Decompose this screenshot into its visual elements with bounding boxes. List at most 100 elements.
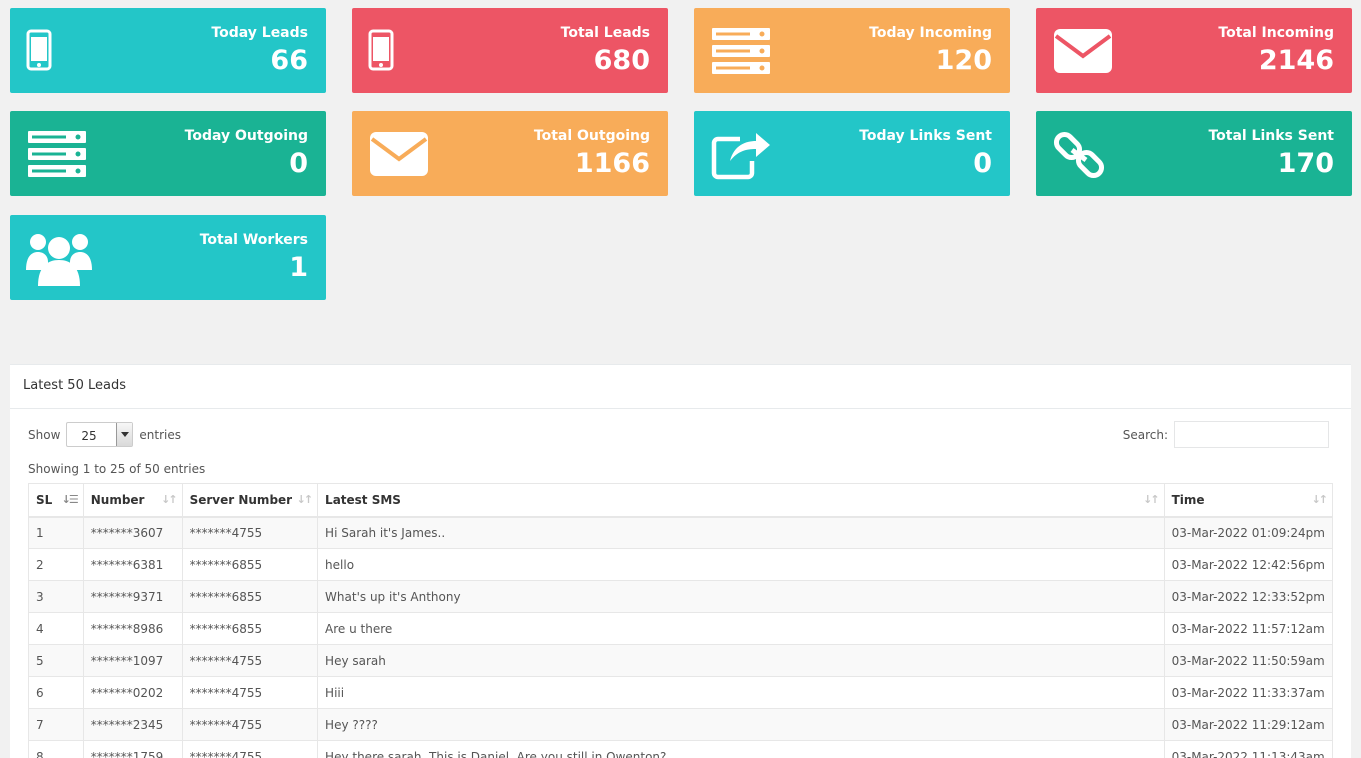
stat-tile-total-leads[interactable]: Total Leads 680: [352, 8, 668, 93]
tile-label: Total Leads: [560, 25, 650, 41]
external-link-icon: [710, 125, 776, 183]
tile-value: 170: [1277, 148, 1334, 179]
users-icon: [26, 229, 92, 287]
cell-latest-sms: Hi Sarah it's James..: [317, 516, 1165, 549]
stat-tile-total-outgoing[interactable]: Total Outgoing 1166: [352, 111, 668, 196]
cell-time: 03-Mar-2022 11:29:12am: [1163, 708, 1334, 741]
sort-icon: ↓↑: [161, 493, 178, 506]
tile-label: Today Incoming: [869, 25, 992, 41]
search-control: Search:: [1123, 421, 1329, 448]
panel-title: Latest 50 Leads: [10, 365, 1351, 409]
cell-time: 03-Mar-2022 01:09:24pm: [1163, 516, 1334, 549]
cell-number: *******3607: [82, 516, 183, 549]
stat-tile-total-workers[interactable]: Total Workers 1: [10, 215, 326, 300]
sort-icon: ↓↑: [296, 493, 314, 506]
column-header-latest-sms[interactable]: Latest SMS ↓↑: [317, 483, 1165, 518]
table-row[interactable]: 2 *******6381 *******6855 hello 03-Mar-2…: [28, 548, 1334, 581]
cell-latest-sms: What's up it's Anthony: [317, 580, 1165, 613]
cell-number: *******0202: [82, 676, 183, 709]
tile-value: 0: [973, 148, 992, 179]
tile-value: 1: [289, 252, 308, 283]
mobile-phone-icon: [26, 22, 92, 80]
cell-sl: 8: [28, 740, 84, 758]
cell-latest-sms: Are u there: [317, 612, 1165, 645]
cell-latest-sms: Hey sarah: [317, 644, 1165, 677]
tile-label: Total Outgoing: [533, 128, 650, 144]
column-header-server-number[interactable]: Server Number ↓↑: [181, 483, 319, 518]
mobile-phone-icon: [368, 22, 434, 80]
page-length-select[interactable]: 25: [66, 422, 134, 447]
cell-latest-sms: hello: [317, 548, 1165, 581]
tile-value: 0: [289, 148, 308, 179]
leads-table: SL ↓☰ Number ↓↑ Server Number ↓↑ Latest SMS…: [28, 483, 1334, 758]
table-row[interactable]: 7 *******2345 *******4755 Hey ???? 03-Ma…: [28, 708, 1334, 741]
table-row[interactable]: 5 *******1097 *******4755 Hey sarah 03-M…: [28, 644, 1334, 677]
stat-tile-today-links-sent[interactable]: Today Links Sent 0: [694, 111, 1010, 196]
server-icon: [26, 125, 92, 183]
stat-tile-today-outgoing[interactable]: Today Outgoing 0: [10, 111, 326, 196]
tile-label: Total Workers: [199, 232, 308, 248]
tile-label: Total Incoming: [1218, 25, 1334, 41]
cell-sl: 5: [28, 644, 84, 677]
cell-sl: 4: [28, 612, 84, 645]
table-row[interactable]: 4 *******8986 *******6855 Are u there 03…: [28, 612, 1334, 645]
cell-server-number: *******6855: [181, 580, 319, 613]
cell-latest-sms: Hey there sarah. This is Daniel. Are you…: [317, 740, 1165, 758]
show-label: Show: [28, 427, 61, 442]
tile-value: 1166: [574, 148, 650, 179]
table-row[interactable]: 3 *******9371 *******6855 What's up it's…: [28, 580, 1334, 613]
sort-icon: ↓↑: [1143, 493, 1160, 506]
cell-sl: 3: [28, 580, 84, 613]
tile-value: 680: [593, 45, 650, 76]
stat-tile-today-incoming[interactable]: Today Incoming 120: [694, 8, 1010, 93]
cell-latest-sms: Hey ????: [317, 708, 1165, 741]
chevron-down-icon[interactable]: [116, 423, 133, 446]
tile-label: Today Links Sent: [859, 128, 992, 144]
cell-sl: 2: [28, 548, 84, 581]
cell-server-number: *******4755: [181, 708, 319, 741]
envelope-icon: [1052, 22, 1118, 80]
search-input[interactable]: [1174, 421, 1329, 448]
cell-server-number: *******4755: [181, 740, 319, 758]
sort-icon: ↓↑: [1311, 493, 1329, 506]
tile-label: Today Leads: [211, 25, 308, 41]
stat-tile-today-leads[interactable]: Today Leads 66: [10, 8, 326, 93]
cell-sl: 1: [28, 516, 84, 549]
stat-tile-total-incoming[interactable]: Total Incoming 2146: [1036, 8, 1352, 93]
column-header-sl[interactable]: SL ↓☰: [28, 483, 84, 518]
cell-server-number: *******6855: [181, 612, 319, 645]
tile-label: Total Links Sent: [1208, 128, 1334, 144]
cell-time: 03-Mar-2022 11:33:37am: [1163, 676, 1334, 709]
stat-tile-total-links-sent[interactable]: Total Links Sent 170: [1036, 111, 1352, 196]
table-row[interactable]: 8 *******1759 *******4755 Hey there sara…: [28, 740, 1334, 758]
cell-number: *******6381: [82, 548, 183, 581]
cell-number: *******1097: [82, 644, 183, 677]
table-info: Showing 1 to 25 of 50 entries: [28, 462, 206, 476]
server-icon: [710, 22, 776, 80]
cell-time: 03-Mar-2022 11:50:59am: [1163, 644, 1334, 677]
cell-latest-sms: Hiii: [317, 676, 1165, 709]
table-header-row: SL ↓☰ Number ↓↑ Server Number ↓↑ Latest SMS…: [28, 483, 1334, 518]
cell-time: 03-Mar-2022 11:57:12am: [1163, 612, 1334, 645]
column-header-time[interactable]: Time ↓↑: [1163, 483, 1334, 518]
cell-server-number: *******4755: [181, 644, 319, 677]
search-label: Search:: [1122, 427, 1168, 442]
table-row[interactable]: 6 *******0202 *******4755 Hiii 03-Mar-20…: [28, 676, 1334, 709]
chain-link-icon: [1052, 125, 1118, 183]
cell-server-number: *******4755: [181, 676, 319, 709]
cell-time: 03-Mar-2022 12:42:56pm: [1163, 548, 1334, 581]
cell-server-number: *******4755: [181, 516, 319, 549]
cell-sl: 7: [28, 708, 84, 741]
page-length-control: Show 25 entries: [28, 422, 181, 447]
cell-time: 03-Mar-2022 12:33:52pm: [1163, 580, 1334, 613]
table-row[interactable]: 1 *******3607 *******4755 Hi Sarah it's …: [28, 516, 1334, 549]
cell-server-number: *******6855: [181, 548, 319, 581]
tile-value: 66: [270, 45, 308, 76]
entries-label: entries: [139, 427, 181, 442]
tile-label: Today Outgoing: [184, 128, 308, 144]
envelope-icon: [368, 125, 434, 183]
cell-number: *******2345: [82, 708, 183, 741]
cell-sl: 6: [28, 676, 84, 709]
column-header-number[interactable]: Number ↓↑: [82, 483, 183, 518]
sort-ascending-icon: ↓☰: [61, 493, 79, 506]
